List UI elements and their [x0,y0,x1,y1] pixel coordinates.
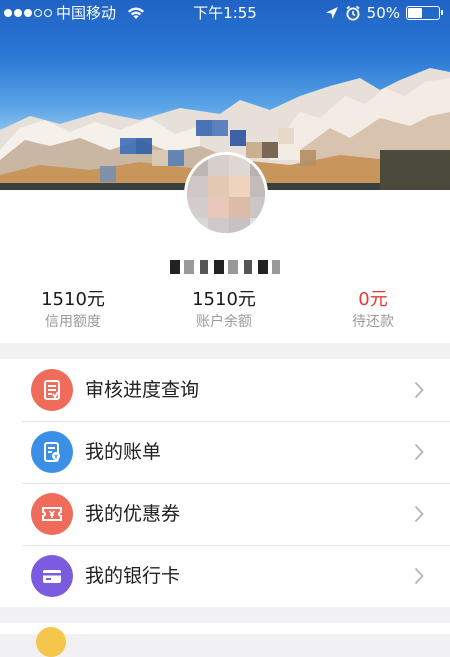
battery-level-fill [408,8,422,18]
bill-icon [31,431,73,473]
menu-item-my-bill[interactable]: 我的账单 [0,421,450,483]
chevron-right-icon [414,381,424,399]
coupon-icon [31,493,73,535]
username-redacted [0,259,450,278]
stat-label: 账户余额 [196,314,252,330]
battery-percentage: 50% [366,4,400,22]
review-progress-icon [31,369,73,411]
chevron-right-icon [414,505,424,523]
avatar[interactable] [184,152,268,236]
carrier-name: 中国移动 [56,4,117,22]
partial-icon [36,627,66,657]
stat-value: 1510元 [192,289,256,310]
menu-item-label: 我的银行卡 [85,565,181,587]
menu-item-label: 我的优惠券 [85,503,181,525]
wifi-icon [128,7,145,19]
chevron-right-icon [414,567,424,585]
menu-item-label: 审核进度查询 [85,379,200,401]
account-stats: 1510元 信用额度 1510元 账户余额 0元 待还款 [0,289,450,333]
menu-item-my-bank-card[interactable]: 我的银行卡 [0,545,450,607]
battery-icon [406,6,443,20]
menu-item-my-coupons[interactable]: 我的优惠券 [0,483,450,545]
stat-label: 信用额度 [45,314,101,330]
alarm-icon [346,5,360,21]
stat-value: 0元 [358,289,388,310]
location-arrow-icon [325,7,338,19]
stat-pending-repayment[interactable]: 0元 待还款 [313,289,433,332]
stat-credit-limit[interactable]: 1510元 信用额度 [13,289,133,332]
status-bar: 中国移动 下午1:55 50% [0,0,450,26]
chevron-right-icon [414,443,424,461]
signal-icon [4,9,52,17]
bank-card-icon [31,555,73,597]
menu-item-review-progress[interactable]: 审核进度查询 [0,359,450,421]
username-mosaic [170,260,280,274]
stat-label: 待还款 [352,314,394,330]
menu-item-label: 我的账单 [85,441,162,463]
next-section-peek [0,623,450,657]
stat-value: 1510元 [41,289,105,310]
stat-account-balance[interactable]: 1510元 账户余额 [164,289,284,332]
menu-list: 审核进度查询 我的账单 我的优惠券 我的银行卡 [0,359,450,607]
